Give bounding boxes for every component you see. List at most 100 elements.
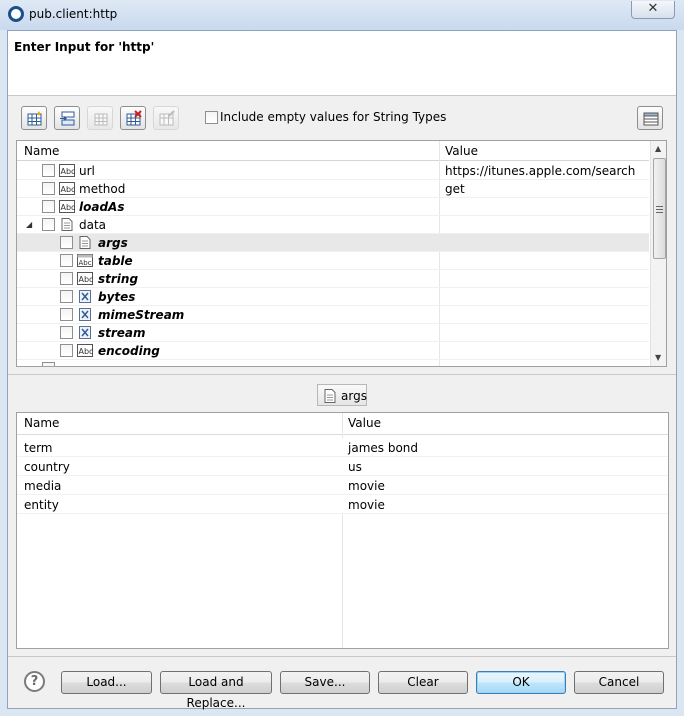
object-icon — [79, 308, 91, 321]
tree-header — [17, 141, 649, 161]
include-empty-label: Include empty values for String Types — [220, 110, 447, 124]
app-icon — [8, 6, 24, 22]
edit-table-button[interactable] — [153, 106, 179, 130]
row-checkbox[interactable] — [60, 272, 73, 285]
value-column-header[interactable]: Value — [445, 144, 478, 158]
input-tree[interactable]: Name Value Abc url https://itunes.apple.… — [16, 140, 667, 367]
row-checkbox[interactable] — [42, 200, 55, 213]
edit-table-icon — [159, 110, 175, 126]
cancel-button[interactable]: Cancel — [574, 671, 664, 694]
tree-row[interactable]: Abc encoding — [17, 342, 649, 360]
delete-row-button[interactable] — [120, 106, 146, 130]
tree-item-label: method — [79, 182, 126, 196]
table-row[interactable]: term james bond — [17, 438, 668, 457]
string-icon: Abc — [59, 164, 75, 177]
table-row[interactable]: country us — [17, 457, 668, 476]
object-icon — [79, 326, 91, 339]
scroll-down-icon[interactable]: ▼ — [655, 353, 661, 362]
svg-text:Abc: Abc — [61, 203, 76, 212]
tree-item-label: table — [98, 254, 133, 268]
tree-scrollbar[interactable]: ▲ ▼ — [650, 141, 666, 366]
save-button[interactable]: Save... — [280, 671, 370, 694]
footer-divider — [8, 656, 676, 657]
window-title: pub.client:http — [29, 7, 118, 21]
tree-item-label: bytes — [98, 290, 136, 304]
table-row[interactable]: entity movie — [17, 495, 668, 514]
tree-row[interactable]: args — [17, 234, 649, 252]
string-icon: Abc — [59, 182, 75, 195]
object-icon — [79, 290, 91, 303]
row-checkbox[interactable] — [60, 290, 73, 303]
include-empty-checkbox[interactable] — [205, 111, 218, 124]
row-checkbox[interactable] — [60, 308, 73, 321]
insert-row-button[interactable] — [54, 106, 80, 130]
tree-row[interactable]: Abc string — [17, 270, 649, 288]
table-button[interactable] — [87, 106, 113, 130]
tree-row[interactable]: bytes — [17, 288, 649, 306]
args-label-text: args — [341, 389, 367, 403]
tree-row[interactable] — [17, 360, 649, 366]
clear-button[interactable]: Clear — [378, 671, 468, 694]
tree-row[interactable]: stream — [17, 324, 649, 342]
tree-item-label: url — [79, 164, 95, 178]
row-checkbox[interactable] — [60, 344, 73, 357]
arg-value[interactable]: movie — [348, 498, 385, 512]
arg-name[interactable]: media — [24, 479, 61, 493]
tree-item-value[interactable]: get — [445, 182, 465, 196]
row-checkbox[interactable] — [60, 254, 73, 267]
args-table[interactable]: Name Value term james bond country us me… — [16, 412, 669, 649]
grid-view-icon — [643, 112, 659, 126]
add-row-button[interactable] — [21, 106, 47, 130]
grip-line — [656, 209, 663, 210]
tree-item-label: string — [98, 272, 139, 286]
document-icon — [79, 236, 91, 249]
tree-row[interactable]: ◢ data — [17, 216, 649, 234]
tree-row[interactable]: Abc loadAs — [17, 198, 649, 216]
arg-name[interactable]: term — [24, 441, 53, 455]
arg-value[interactable]: us — [348, 460, 362, 474]
arg-value[interactable]: movie — [348, 479, 385, 493]
row-checkbox[interactable] — [60, 236, 73, 249]
tree-item-value[interactable]: https://itunes.apple.com/search — [445, 164, 635, 178]
svg-text:Abc: Abc — [79, 275, 94, 284]
tree-row[interactable]: Abc method get — [17, 180, 649, 198]
row-checkbox[interactable] — [42, 182, 55, 195]
string-icon: Abc — [77, 272, 93, 285]
load-button[interactable]: Load... — [61, 671, 152, 694]
tree-row[interactable]: Abc table — [17, 252, 649, 270]
grip-line — [656, 206, 663, 207]
panel-divider[interactable] — [8, 374, 676, 378]
row-checkbox[interactable] — [42, 218, 55, 231]
close-button[interactable]: ✕ — [631, 1, 675, 19]
row-checkbox[interactable] — [42, 164, 55, 177]
arg-name[interactable]: entity — [24, 498, 59, 512]
scroll-up-icon[interactable]: ▲ — [655, 144, 661, 153]
ok-button[interactable]: OK — [476, 671, 566, 694]
tree-row[interactable]: Abc url https://itunes.apple.com/search — [17, 162, 649, 180]
tree-item-label: data — [79, 218, 107, 232]
tree-row[interactable]: mimeStream — [17, 306, 649, 324]
arg-name[interactable]: country — [24, 460, 70, 474]
row-checkbox[interactable] — [60, 326, 73, 339]
page-title: Enter Input for 'http' — [14, 40, 155, 54]
svg-text:Abc: Abc — [79, 347, 94, 356]
row-checkbox[interactable] — [42, 362, 55, 366]
table-icon — [94, 113, 108, 126]
view-toggle-button[interactable] — [637, 106, 663, 130]
name-column-header[interactable]: Name — [24, 144, 59, 158]
value-column-header[interactable]: Value — [348, 416, 381, 430]
document-icon — [61, 218, 73, 231]
tree-item-label: args — [98, 236, 128, 250]
string-icon: Abc — [59, 200, 75, 213]
collapse-arrow-icon[interactable]: ◢ — [26, 220, 32, 229]
table-row[interactable]: media movie — [17, 476, 668, 495]
string-table-icon: Abc — [77, 254, 93, 267]
tree-item-label: mimeStream — [98, 308, 185, 322]
arg-value[interactable]: james bond — [348, 441, 418, 455]
load-and-replace-button[interactable]: Load and Replace... — [160, 671, 272, 710]
tree-item-label: stream — [98, 326, 146, 340]
help-icon[interactable]: ? — [24, 671, 45, 692]
scrollbar-thumb[interactable] — [653, 158, 666, 259]
name-column-header[interactable]: Name — [24, 416, 59, 430]
args-label: args — [317, 384, 367, 406]
